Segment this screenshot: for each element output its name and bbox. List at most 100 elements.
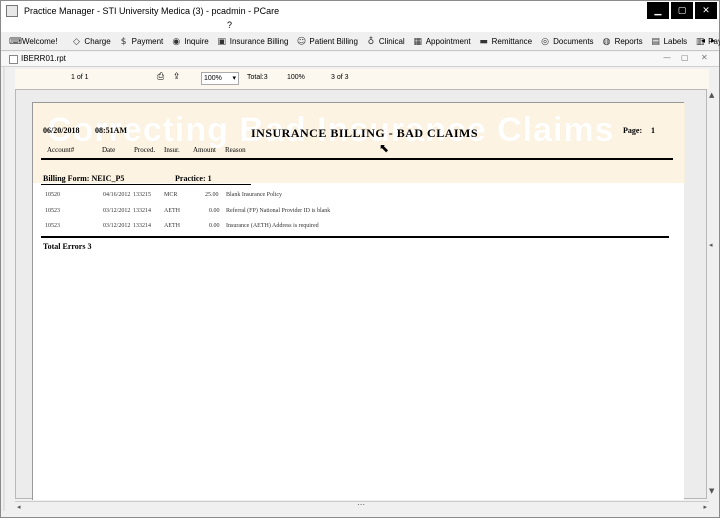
- patient-icon: ☺: [296, 36, 307, 47]
- vertical-scrollbar[interactable]: ▲ ◂ ▼: [707, 89, 719, 499]
- print-icon[interactable]: ⎙: [157, 72, 164, 82]
- col-header-reason: Reason: [225, 146, 246, 154]
- help-menu[interactable]: ?: [227, 20, 232, 30]
- menu-bar: ?: [1, 20, 719, 32]
- report-title: INSURANCE BILLING - BAD CLAIMS: [251, 126, 479, 140]
- header-divider: [41, 158, 673, 160]
- app-icon: [6, 5, 18, 17]
- row2-insur: AETH: [164, 208, 180, 214]
- export-icon[interactable]: ⇪: [173, 72, 181, 82]
- horizontal-scrollbar[interactable]: ◂ ⋯ ▸: [15, 500, 709, 513]
- page-indicator: 1 of 1: [71, 74, 89, 81]
- reports-button[interactable]: ◍ Reports: [602, 34, 643, 50]
- remittance-icon: ▬: [479, 36, 488, 47]
- charge-button[interactable]: ◇ Charge: [71, 34, 111, 50]
- col-header-insurance: Insur.: [164, 146, 180, 154]
- documents-icon: ◎: [541, 36, 550, 47]
- minimize-button[interactable]: ▁: [647, 2, 669, 19]
- insurance-icon: ▣: [217, 36, 226, 47]
- scroll-thumb-icon[interactable]: ◂: [709, 241, 713, 249]
- report-date: 06/20/2018: [43, 126, 80, 135]
- dollar-icon: $: [120, 36, 127, 47]
- doc-restore-button[interactable]: ▢: [681, 53, 689, 62]
- col-header-account: Account#: [47, 146, 75, 154]
- scroll-up-icon[interactable]: ▲: [709, 91, 714, 99]
- labels-icon: ▤: [651, 36, 660, 47]
- scroll-grip-icon[interactable]: ⋯: [357, 500, 365, 509]
- frame-border: [3, 67, 5, 511]
- record-count: 3 of 3: [331, 74, 349, 81]
- window-title: Practice Manager - STI University Medica…: [24, 6, 280, 16]
- report-time: 08:51AM: [95, 126, 127, 135]
- reports-icon: ◍: [602, 36, 611, 47]
- toolbar-scroll: ◂ ▸: [701, 36, 715, 45]
- calendar-icon: ▦: [413, 36, 422, 47]
- scroll-left-icon[interactable]: ◂: [17, 503, 21, 511]
- report-page: Correcting Bad Insurance Claims 06/20/20…: [32, 102, 685, 500]
- keyboard-icon: ⌨: [9, 36, 22, 47]
- mouse-cursor-icon: ⬉: [379, 141, 390, 155]
- row3-account: 10523: [45, 223, 60, 229]
- col-header-procedure: Proced.: [134, 146, 156, 154]
- row2-date: 03/12/2012: [103, 208, 131, 214]
- scroll-right-icon[interactable]: ▸: [703, 503, 707, 511]
- labels-button[interactable]: ▤ Labels: [651, 34, 687, 50]
- row1-insur: MCR: [164, 192, 178, 198]
- row1-reason: Blank Insurance Policy: [226, 192, 282, 198]
- total-records: Total:3: [247, 74, 268, 81]
- magnifier-icon: ◉: [172, 36, 181, 47]
- document-tab[interactable]: IBERR01.rpt — ▢ ✕: [1, 52, 719, 67]
- row3-date: 03/12/2012: [103, 223, 131, 229]
- row3-reason: Insurance (AETH) Address is required: [226, 223, 319, 229]
- row1-date: 04/16/2012: [103, 192, 131, 198]
- footer-divider: [41, 236, 669, 238]
- report-viewer[interactable]: Correcting Bad Insurance Claims 06/20/20…: [15, 89, 707, 500]
- row2-proc: 133214: [133, 208, 151, 214]
- app-window: Practice Manager - STI University Medica…: [0, 0, 720, 518]
- practice-label: Practice: 1: [175, 174, 212, 183]
- row2-reason: Referral (FP) National Provider ID is bl…: [226, 208, 331, 214]
- toolbar-scroll-right-icon[interactable]: ▸: [711, 36, 715, 45]
- billing-form-label: Billing Form: NEIC_P5: [43, 174, 125, 183]
- row2-account: 10523: [45, 208, 60, 214]
- payment-button[interactable]: $ Payment: [119, 34, 163, 50]
- patient-billing-button[interactable]: ☺ Patient Billing: [296, 34, 358, 50]
- appointment-button[interactable]: ▦ Appointment: [413, 34, 470, 50]
- main-toolbar: ⌨ Welcome! ◇ Charge $ Payment ◉ Inquire ▣ Ins…: [1, 33, 720, 51]
- zoom-select[interactable]: 100% ▾: [201, 72, 239, 85]
- report-viewer-toolbar: 1 of 1 ⎙ ⇪ 100% ▾ Total:3 100% 3 of 3: [15, 69, 709, 89]
- group-divider: [41, 184, 251, 185]
- documents-button[interactable]: ◎ Documents: [540, 34, 593, 50]
- report-file-icon: [9, 55, 18, 64]
- toolbar-scroll-left-icon[interactable]: ◂: [701, 36, 705, 45]
- row1-amount: 25.00: [205, 192, 219, 198]
- total-errors: Total Errors 3: [43, 242, 92, 251]
- row1-account: 10520: [45, 192, 60, 198]
- col-header-date: Date: [102, 146, 116, 154]
- welcome-button[interactable]: ⌨ Welcome!: [9, 34, 57, 50]
- overlay-banner: Correcting Bad Insurance Claims: [33, 103, 685, 183]
- maximize-button[interactable]: ▢: [671, 2, 693, 19]
- clinical-button[interactable]: ♁ Clinical: [366, 34, 405, 50]
- remittance-button[interactable]: ▬ Remittance: [479, 34, 532, 50]
- row1-proc: 133215: [133, 192, 151, 198]
- window-controls: ▁ ▢ ✕: [645, 2, 717, 19]
- title-bar: Practice Manager - STI University Medica…: [1, 1, 719, 21]
- row3-amount: 0.00: [209, 223, 220, 229]
- row2-amount: 0.00: [209, 208, 220, 214]
- col-header-amount: Amount: [193, 146, 216, 154]
- clinical-icon: ♁: [367, 36, 375, 47]
- scroll-down-icon[interactable]: ▼: [709, 487, 714, 495]
- row3-proc: 133214: [133, 223, 151, 229]
- close-button[interactable]: ✕: [695, 2, 717, 19]
- inquire-button[interactable]: ◉ Inquire: [171, 34, 208, 50]
- page-number: 1: [651, 126, 655, 135]
- doc-close-button[interactable]: ✕: [701, 53, 708, 62]
- insurance-billing-button[interactable]: ▣ Insurance Billing: [217, 34, 288, 50]
- doc-minimize-button[interactable]: —: [663, 53, 671, 62]
- zoom-percent: 100%: [287, 74, 305, 81]
- page-label: Page:: [623, 126, 643, 135]
- chevron-down-icon: ▾: [232, 74, 236, 82]
- document-filename: IBERR01.rpt: [21, 54, 66, 63]
- tag-icon: ◇: [72, 36, 80, 47]
